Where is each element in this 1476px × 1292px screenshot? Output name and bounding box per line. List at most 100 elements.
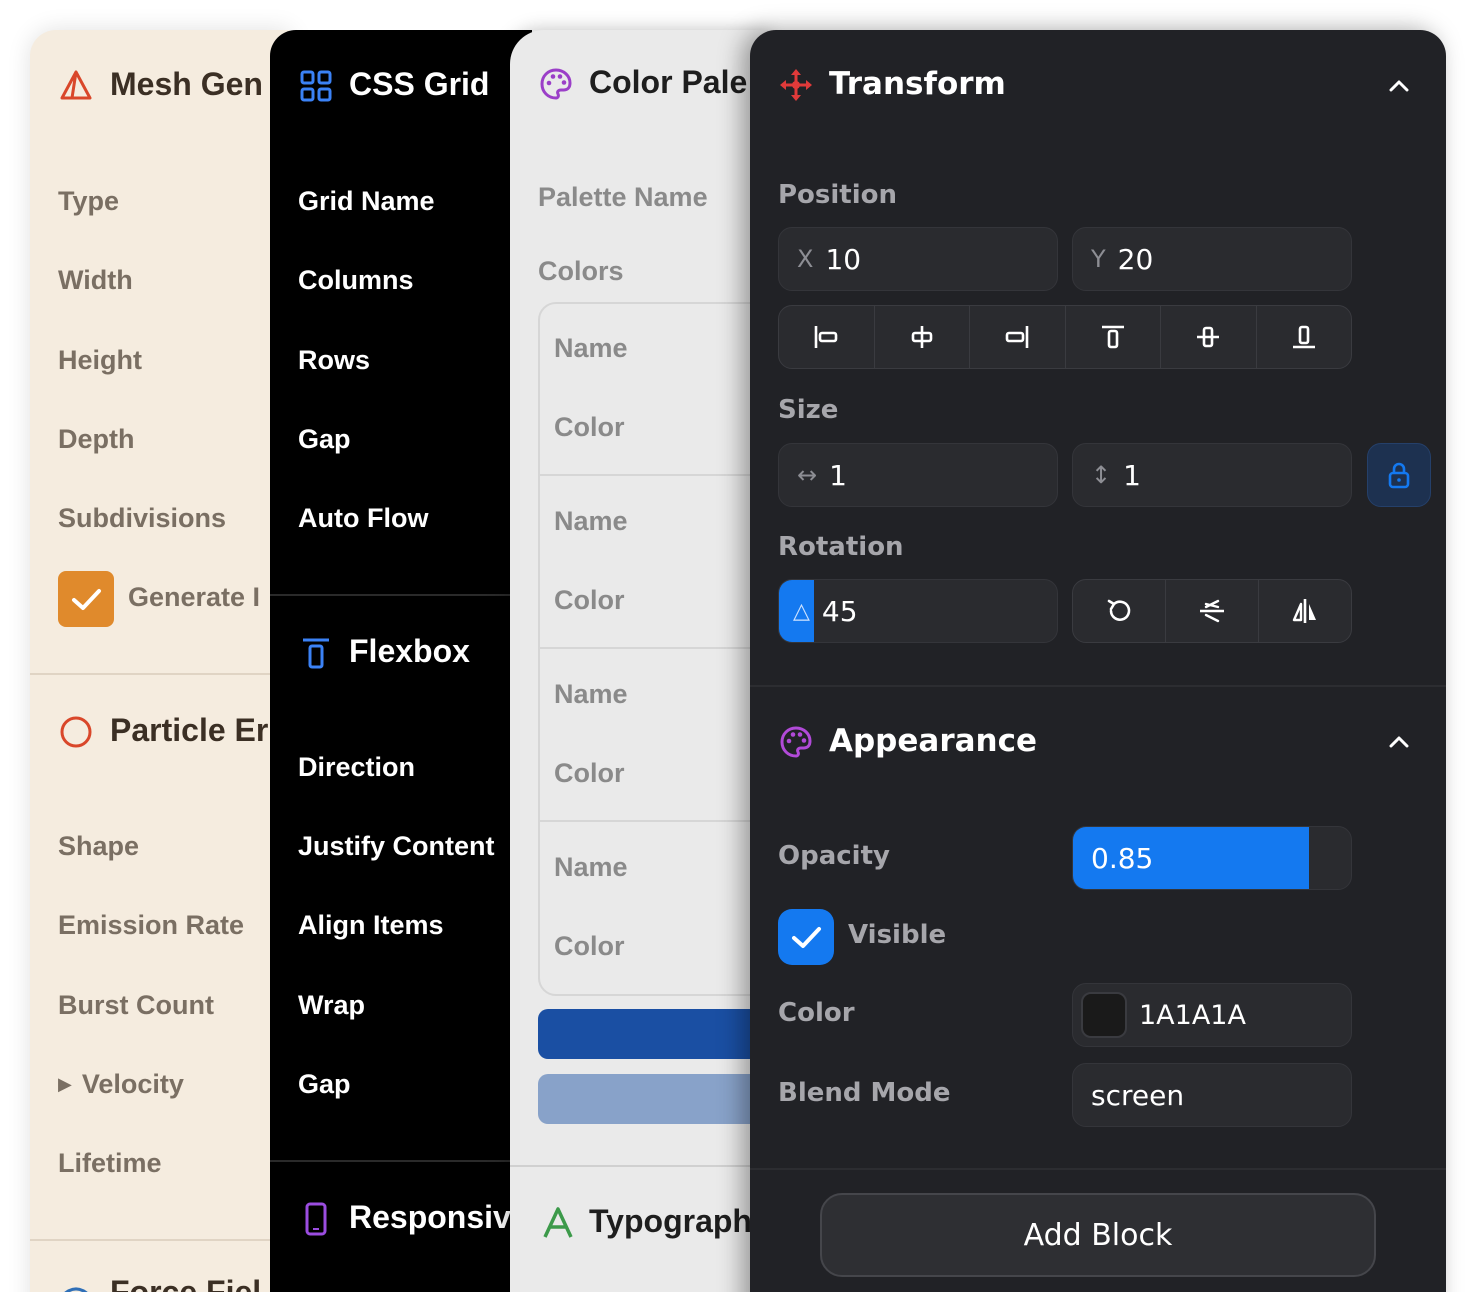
transform-panel: Transform Position X 10 Y 20 Size ↔ 1 ↕ … xyxy=(750,30,1446,1292)
color-entry-name-label: Name xyxy=(554,333,628,363)
rotation-value: 45 xyxy=(821,594,858,628)
field-label-wrap: Wrap xyxy=(298,990,366,1020)
generate-checkbox-label: Generate I xyxy=(128,582,261,612)
blend-mode-label: Blend Mode xyxy=(778,1078,951,1108)
align-right-icon[interactable] xyxy=(970,306,1066,368)
field-label-shape: Shape xyxy=(58,831,140,861)
field-label-colors: Colors xyxy=(538,256,624,286)
rotation-toolbar xyxy=(1072,579,1352,643)
size-width-input[interactable]: ↔ 1 xyxy=(778,443,1058,507)
list-divider xyxy=(540,474,772,476)
field-label-grid-name: Grid Name xyxy=(298,186,435,216)
field-label-auto-flow: Auto Flow xyxy=(298,503,429,533)
section-divider xyxy=(270,1160,532,1162)
position-x-input[interactable]: X 10 xyxy=(778,227,1058,291)
move-icon xyxy=(778,67,814,103)
section-divider xyxy=(30,673,290,675)
align-middle-vertical-icon[interactable] xyxy=(1161,306,1257,368)
chevron-up-icon[interactable] xyxy=(1384,727,1414,757)
align-center-horizontal-icon[interactable] xyxy=(875,306,970,368)
field-label-subdivisions: Subdivisions xyxy=(58,503,227,533)
color-entries-list xyxy=(538,302,772,996)
field-label-gap: Gap xyxy=(298,424,351,454)
section-divider xyxy=(750,685,1446,687)
section-divider xyxy=(750,1168,1446,1170)
field-label-justify-content: Justify Content xyxy=(298,831,495,861)
field-label-height: Height xyxy=(58,345,142,375)
section-divider xyxy=(30,1239,290,1241)
chevron-up-icon[interactable] xyxy=(1384,71,1414,101)
color-value: 1A1A1A xyxy=(1139,999,1246,1031)
color-swatch[interactable] xyxy=(1081,992,1127,1038)
css-grid-title: CSS Grid xyxy=(349,66,490,102)
mobile-icon xyxy=(298,1201,334,1237)
field-label-burst-count: Burst Count xyxy=(58,990,214,1020)
particle-emitter-title: Particle Er xyxy=(110,712,269,748)
size-height-value: 1 xyxy=(1123,458,1141,492)
y-prefix: Y xyxy=(1091,245,1106,273)
field-label-palette-name: Palette Name xyxy=(538,182,708,212)
align-left-icon[interactable] xyxy=(779,306,875,368)
field-label-columns: Columns xyxy=(298,265,414,295)
palette-primary-button[interactable] xyxy=(538,1009,772,1059)
palette-icon xyxy=(538,66,574,102)
field-label-emission-rate: Emission Rate xyxy=(58,910,245,940)
position-label: Position xyxy=(778,180,898,210)
rotation-input[interactable]: △ 45 xyxy=(778,579,1058,643)
size-label: Size xyxy=(778,395,839,425)
responsive-title: Responsiv xyxy=(349,1199,511,1235)
color-entry-name-label: Name xyxy=(554,852,628,882)
field-label-lifetime: Lifetime xyxy=(58,1148,162,1178)
grid-icon xyxy=(298,68,334,104)
color-entry-color-label: Color xyxy=(554,412,625,442)
list-divider xyxy=(540,820,772,822)
palette-icon xyxy=(778,724,814,760)
visible-checkbox[interactable] xyxy=(778,909,834,965)
flip-vertical-icon[interactable] xyxy=(1166,580,1259,642)
position-x-value: 10 xyxy=(825,242,862,276)
color-label: Color xyxy=(778,998,855,1028)
height-arrows-icon: ↕ xyxy=(1091,461,1112,489)
generate-checkbox[interactable] xyxy=(58,571,114,627)
rotate-icon[interactable] xyxy=(1073,580,1166,642)
section-divider xyxy=(270,594,532,596)
size-height-input[interactable]: ↕ 1 xyxy=(1072,443,1352,507)
opacity-value: 0.85 xyxy=(1091,841,1154,875)
transform-title: Transform xyxy=(829,66,1006,102)
rotation-label: Rotation xyxy=(778,532,904,562)
align-bottom-icon[interactable] xyxy=(1257,306,1352,368)
field-label-rows: Rows xyxy=(298,345,371,375)
color-palette-title: Color Pale xyxy=(589,64,748,100)
blend-mode-value: screen xyxy=(1091,1078,1185,1112)
flexbox-icon xyxy=(298,635,334,671)
color-entry-name-label: Name xyxy=(554,506,628,536)
opacity-slider[interactable]: 0.85 xyxy=(1072,826,1352,890)
visible-label: Visible xyxy=(848,920,947,950)
caret-right-icon: ▶ xyxy=(58,1074,72,1094)
color-entry-color-label: Color xyxy=(554,585,625,615)
lock-icon xyxy=(1388,462,1410,489)
opacity-label: Opacity xyxy=(778,841,890,871)
angle-icon: △ xyxy=(793,598,810,624)
position-y-input[interactable]: Y 20 xyxy=(1072,227,1352,291)
blend-mode-select[interactable]: screen xyxy=(1072,1063,1352,1127)
velocity-label: Velocity xyxy=(81,1069,184,1099)
color-entry-name-label: Name xyxy=(554,679,628,709)
x-prefix: X xyxy=(797,245,814,273)
mesh-panel-title: Mesh Gen xyxy=(110,66,263,102)
color-input[interactable]: 1A1A1A xyxy=(1072,983,1352,1047)
velocity-toggle[interactable]: ▶ Velocity xyxy=(58,1069,184,1100)
lock-aspect-button[interactable] xyxy=(1367,443,1431,507)
flip-horizontal-icon[interactable] xyxy=(1259,580,1351,642)
field-label-type: Type xyxy=(58,186,120,216)
field-label-flex-gap: Gap xyxy=(298,1069,351,1099)
list-divider xyxy=(540,647,772,649)
mesh-panel: Mesh Gen Type Width Height Depth Subdivi… xyxy=(30,30,290,1292)
align-top-icon[interactable] xyxy=(1066,306,1161,368)
add-block-button[interactable]: Add Block xyxy=(820,1193,1376,1277)
force-field-title: Force Fiel xyxy=(110,1274,262,1292)
palette-secondary-button[interactable] xyxy=(538,1074,772,1124)
field-label-direction: Direction xyxy=(298,752,416,782)
field-label-width: Width xyxy=(58,265,133,295)
css-grid-panel: CSS Grid Grid Name Columns Rows Gap Auto… xyxy=(270,30,532,1292)
